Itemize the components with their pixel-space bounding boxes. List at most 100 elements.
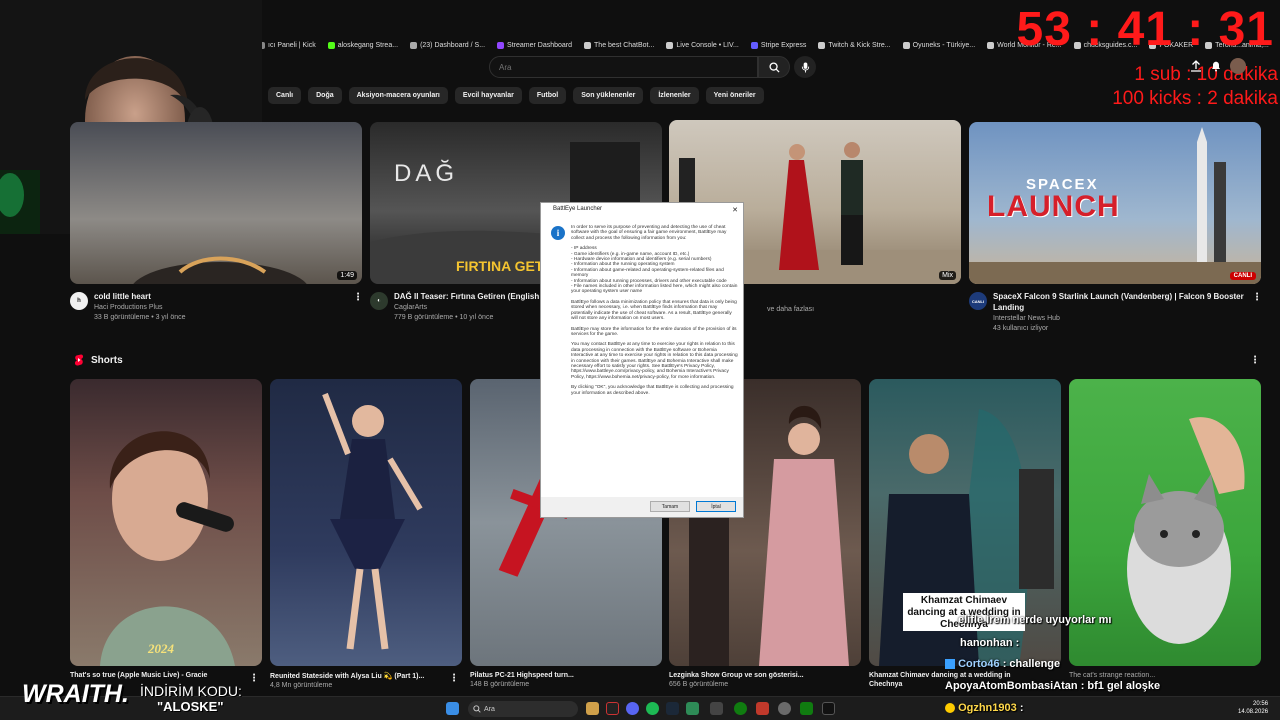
short-thumbnail[interactable]: 2024 [70,379,262,666]
app-icon[interactable] [822,702,835,715]
battleye-dialog: BattlEye Launcher ✕ i In order to serve … [540,202,744,518]
bookmark-label: aloskegang Strea... [337,41,399,49]
more-options-icon[interactable]: ⋮ [249,673,259,684]
bookmark-item[interactable]: ıcı Paneli | Kick [258,41,316,49]
video-title[interactable]: DAĞ II Teaser: Fırtına Getiren (English … [394,292,552,301]
taskbar-search[interactable]: Ara [468,701,578,717]
bookmark-favicon-icon [584,41,592,49]
short-thumbnail[interactable] [270,379,462,666]
filter-chip[interactable]: Aksiyon-macera oyunları [348,87,448,104]
dialog-paragraph: By clicking "OK", you acknowledge that B… [571,385,734,396]
video-title-line2[interactable]: Landing [993,303,1244,312]
short-title[interactable]: Reunited Stateside with Alysa Liu 💫 (Par… [270,672,424,680]
chat-text: : [1015,637,1020,649]
filter-chip[interactable]: Son yüklenenler [573,87,644,104]
account-avatar[interactable] [1230,58,1246,74]
bookmark-favicon-icon [497,41,505,49]
dialog-paragraph: You may contact BattlEye at any time to … [571,342,738,380]
short-title[interactable]: That's so true (Apple Music Live) - Grac… [70,672,207,679]
bookmark-favicon-icon [902,41,910,49]
chat-message: Corto46 : challenge [945,658,1060,670]
steam-icon[interactable] [666,702,679,715]
chat-message: Ogzhn1903 : [945,702,1023,714]
short-views: 656 B görüntüleme [669,681,729,688]
bookmark-favicon-icon [750,41,758,49]
video-meta: 779 B görüntüleme • 10 yıl önce [394,314,494,321]
bookmark-item[interactable]: Streamer Dashboard [497,41,572,49]
short-title[interactable]: Lezginka Show Group ve son gösterisi... [669,672,804,679]
chat-badge-icon [945,659,955,670]
bookmark-item[interactable]: The best ChatBot... [584,41,654,49]
chat-message: elifle İrem nerde uyuyorlar mı [958,614,1111,626]
upload-icon[interactable] [1190,60,1202,72]
more-options-icon[interactable]: ⋮ [353,292,363,303]
filter-chip[interactable]: Canlı [268,87,302,104]
taskbar-search-label: Ara [484,705,495,713]
subathon-timer: 53 : 41 : 31 [1016,3,1274,56]
short-info: Pilatus PC-21 Highspeed turn... 148 B gö… [470,672,574,688]
channel-avatar[interactable]: h [70,292,88,310]
video-thumbnail[interactable]: SPACEX LAUNCH CANLI [969,122,1261,284]
more-options-icon[interactable]: ⋮ [449,673,459,684]
windows-start-icon[interactable] [446,702,459,715]
bookmark-item[interactable]: Stripe Express [750,41,806,49]
video-title[interactable]: cold little heart [94,292,186,301]
taskbar-clock[interactable]: 20:56 14.08.2026 [1238,700,1268,716]
thumbnail-subtitle-text: LAUNCH [987,190,1120,223]
video-thumbnail[interactable]: 1:49 [70,122,362,284]
promo-code: "ALOSKE" [157,699,224,714]
bookmark-item[interactable]: (23) Dashboard / S... [410,41,485,49]
xbox-icon[interactable] [800,702,813,715]
clock-time: 20:56 [1253,701,1269,707]
xbox-icon[interactable] [734,702,747,715]
short-title[interactable]: Pilatus PC-21 Highspeed turn... [470,672,574,679]
bookmark-item[interactable]: Live Console • LIV... [666,41,739,49]
voice-search-button[interactable] [794,56,816,78]
thumbnail-title-text: DAĞ [394,160,459,187]
app-icon[interactable] [606,702,619,715]
short-title[interactable]: Khamzat Chimaev dancing at a wedding in [869,672,1011,679]
more-options-icon[interactable]: ⋮ [1252,292,1262,303]
filter-chip[interactable]: İzlenenler [650,87,699,104]
chat-username: ApoyaAtomBombasiAtan [945,680,1078,692]
filter-chip[interactable]: Doğa [308,87,342,104]
more-options-icon[interactable]: ⋮ [1250,355,1260,366]
bookmark-label: Twitch & Kick Stre... [828,41,891,49]
notifications-icon[interactable] [1210,60,1222,72]
bookmark-item[interactable]: Oyuneks - Türkiye... [902,41,976,49]
promo-label: İNDİRİM KODU: [140,683,242,699]
channel-name[interactable]: CaglarArts [394,304,552,311]
app-icon[interactable] [626,702,639,715]
cancel-button[interactable]: İptal [696,501,736,512]
app-icon[interactable] [756,702,769,715]
dialog-paragraph: BattlEye follows a data minimization pol… [571,299,737,322]
search-input[interactable] [489,56,758,78]
video-duration: 1:49 [337,271,357,280]
filter-chip[interactable]: Yeni öneriler [705,87,764,104]
bookmark-label: Oyuneks - Türkiye... [912,41,976,49]
sponsor-logo: WRAITH. [22,680,129,708]
channel-avatar[interactable]: CANLI [969,292,987,310]
close-icon[interactable]: ✕ [732,206,743,216]
video-meta: 43 kullanıcı izliyor [993,325,1049,332]
filter-chip[interactable]: Evcil hayvanlar [454,87,522,104]
channel-name[interactable]: Interstellar News Hub [993,315,1244,322]
app-icon[interactable] [686,702,699,715]
ok-button[interactable]: Tamam [650,501,690,512]
app-icon[interactable] [778,702,791,715]
search-button[interactable] [758,56,790,78]
video-title[interactable]: SpaceX Falcon 9 Starlink Launch (Vandenb… [993,292,1244,301]
app-icon[interactable] [586,702,599,715]
channel-name[interactable]: Haci Productions Plus [94,304,186,311]
shorts-title: Shorts [91,354,123,366]
bookmark-item[interactable]: Twitch & Kick Stre... [818,41,891,49]
bookmark-label: Live Console • LIV... [676,41,739,49]
info-icon: i [551,226,565,240]
app-icon[interactable] [710,702,723,715]
filter-chip[interactable]: Futbol [528,87,567,104]
short-title[interactable]: The cat's strange reaction... [1069,672,1155,679]
channel-avatar[interactable]: ◐ [370,292,388,310]
spotify-icon[interactable] [646,702,659,715]
bookmark-item[interactable]: aloskegang Strea... [327,41,399,49]
short-views: 4,8 Mn görüntüleme [270,682,333,689]
